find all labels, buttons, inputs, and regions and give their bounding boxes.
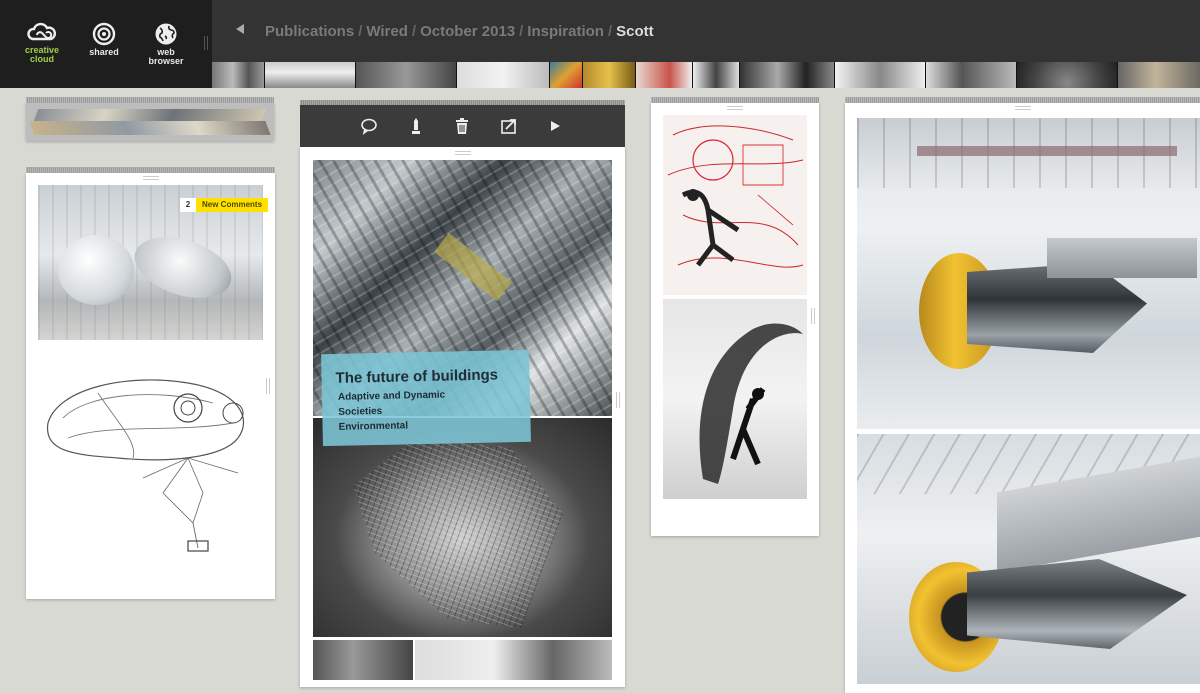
page-thumbnail[interactable]: [1017, 62, 1118, 88]
drag-handle[interactable]: [727, 106, 743, 110]
page-thumbnail[interactable]: [356, 62, 457, 88]
page-thumbnail[interactable]: [693, 62, 740, 88]
stacked-pages-card[interactable]: [26, 97, 274, 141]
dancer-water-drawing: [699, 323, 803, 484]
page-thumbnail[interactable]: [835, 62, 926, 88]
board-card-airship[interactable]: [26, 167, 275, 599]
target-icon: [92, 22, 116, 46]
article-tag: Adaptive and Dynamic: [337, 389, 446, 403]
airship-sketch[interactable]: [38, 363, 263, 563]
drag-handle[interactable]: [1014, 106, 1031, 110]
card-grip: [845, 97, 1200, 103]
card-grip: [26, 97, 274, 103]
breadcrumb-item-october-2013[interactable]: October 2013: [420, 23, 515, 40]
breadcrumb-separator: /: [358, 23, 363, 40]
breadcrumb-separator: /: [411, 23, 417, 40]
pen-icon[interactable]: [407, 117, 425, 135]
board-card-engines[interactable]: [845, 97, 1200, 693]
breadcrumb-item-inspiration[interactable]: Inspiration: [527, 23, 604, 40]
web-browser-label-2: browser: [148, 56, 184, 66]
overhead-crane: [917, 146, 1177, 156]
creative-cloud-icon: [27, 22, 57, 41]
page-thumbnail[interactable]: [636, 62, 693, 88]
engine-pylon: [1047, 238, 1197, 278]
breadcrumb-bar: Publications / Wired / October 2013/Inspirat…: [212, 0, 1200, 62]
resize-handle[interactable]: [266, 378, 270, 394]
drag-handle[interactable]: [454, 151, 471, 155]
share-icon[interactable]: [500, 117, 518, 135]
page-thumbnail[interactable]: [457, 62, 550, 88]
page-thumbnail[interactable]: [583, 62, 636, 88]
comment-count: 2: [180, 198, 196, 212]
page-thumbnail[interactable]: [740, 62, 835, 88]
shared-label: shared: [89, 47, 119, 57]
article-tag: Societies: [338, 405, 383, 418]
card-grip: [300, 100, 625, 105]
article-title: The future of buildings: [335, 366, 499, 387]
page-thumbnail[interactable]: [1118, 62, 1200, 88]
shared-button[interactable]: shared: [84, 22, 124, 57]
breadcrumb-separator: /: [519, 23, 524, 40]
app-sidebar: creative cloud shared web browser: [0, 0, 212, 88]
board-card-sketches[interactable]: [651, 97, 819, 536]
manhattan-island: [353, 438, 563, 628]
drag-handle[interactable]: [142, 176, 159, 180]
jet-engine-photo-2[interactable]: [857, 434, 1200, 684]
new-comments-badge[interactable]: 2 New Comments: [180, 198, 269, 212]
article-tag: Environmental: [338, 420, 409, 433]
resize-handle[interactable]: [811, 308, 815, 324]
airship-sketch-drawing: [47, 379, 245, 552]
play-icon[interactable]: [546, 117, 564, 135]
page-thumbnail[interactable]: [926, 62, 1017, 88]
airship-sphere: [58, 235, 134, 305]
page-thumbnail[interactable]: [550, 62, 583, 88]
breadcrumb-separator: /: [607, 23, 613, 40]
page-thumbnail[interactable]: [212, 62, 265, 88]
breadcrumb: Publications / Wired / October 2013/Inspirat…: [265, 23, 654, 40]
page-thumbnail-strip: [212, 62, 1200, 88]
breadcrumb-current[interactable]: Scott: [616, 23, 654, 40]
card-grip: [26, 167, 275, 173]
sidebar-divider: [204, 36, 208, 50]
stacked-page-thumbnail: [33, 109, 267, 121]
stacked-page-thumbnail: [29, 121, 271, 135]
breadcrumb-item-wired[interactable]: Wired: [366, 23, 408, 40]
dancer-water-photo[interactable]: [663, 299, 807, 499]
comment-icon[interactable]: [360, 117, 378, 135]
new-comments-label: New Comments: [196, 198, 269, 212]
page-thumbnail[interactable]: [265, 62, 356, 88]
card-grip: [651, 97, 819, 103]
red-sketch-photo[interactable]: [663, 115, 807, 295]
globe-icon: [155, 23, 177, 45]
article-title-overlay[interactable]: The future of buildings Adaptive and Dyn…: [321, 349, 531, 447]
manhattan-aerial-photo[interactable]: [313, 418, 612, 637]
creative-cloud-button[interactable]: creative cloud: [22, 22, 62, 64]
engine-core-2: [967, 559, 1187, 649]
jet-engine-photo[interactable]: [857, 118, 1200, 429]
resize-handle[interactable]: [616, 392, 620, 408]
trash-icon[interactable]: [453, 117, 471, 135]
red-sketch-drawing: [667, 125, 804, 268]
breadcrumb-item-publications[interactable]: Publications: [265, 23, 354, 40]
street-photo[interactable]: [313, 640, 413, 680]
card-toolbar: [300, 100, 625, 147]
tower-photo[interactable]: [415, 640, 612, 680]
web-browser-button[interactable]: web browser: [146, 22, 186, 66]
triangle-left-icon[interactable]: [236, 24, 244, 34]
creative-cloud-label-2: cloud: [30, 54, 54, 64]
